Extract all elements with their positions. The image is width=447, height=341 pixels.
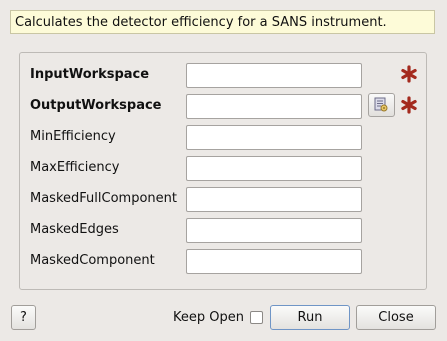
- output-workspace-label: OutputWorkspace: [30, 98, 162, 113]
- min-efficiency-field[interactable]: [186, 125, 362, 150]
- properties-group: InputWorkspace OutputWorkspace MinEffici…: [19, 52, 427, 290]
- algorithm-description: Calculates the detector efficiency for a…: [10, 10, 435, 34]
- property-row-min-efficiency: MinEfficiency: [20, 124, 426, 150]
- keep-open-label: Keep Open: [173, 310, 244, 325]
- asterisk-icon: [401, 65, 417, 83]
- asterisk-icon: [401, 96, 417, 114]
- workspace-browse-icon: [374, 97, 388, 112]
- masked-component-label: MaskedComponent: [30, 253, 155, 268]
- help-button[interactable]: ?: [11, 305, 36, 330]
- output-workspace-field[interactable]: [186, 94, 362, 119]
- input-workspace-field[interactable]: [186, 63, 362, 88]
- property-row-max-efficiency: MaxEfficiency: [20, 155, 426, 181]
- property-row-masked-component: MaskedComponent: [20, 248, 426, 274]
- workspace-browse-button[interactable]: [368, 93, 395, 117]
- masked-component-field[interactable]: [186, 249, 362, 274]
- algorithm-dialog: Calculates the detector efficiency for a…: [0, 0, 447, 341]
- masked-full-component-field[interactable]: [186, 187, 362, 212]
- close-button[interactable]: Close: [356, 305, 436, 330]
- property-row-output-workspace: OutputWorkspace: [20, 93, 426, 119]
- max-efficiency-field[interactable]: [186, 156, 362, 181]
- masked-edges-field[interactable]: [186, 218, 362, 243]
- input-workspace-label: InputWorkspace: [30, 67, 150, 82]
- min-efficiency-label: MinEfficiency: [30, 129, 116, 144]
- masked-full-component-label: MaskedFullComponent: [30, 191, 177, 206]
- property-row-input-workspace: InputWorkspace: [20, 62, 426, 88]
- keep-open-checkbox[interactable]: [250, 311, 263, 324]
- masked-edges-label: MaskedEdges: [30, 222, 119, 237]
- property-row-masked-edges: MaskedEdges: [20, 217, 426, 243]
- property-row-masked-full-component: MaskedFullComponent: [20, 186, 426, 212]
- max-efficiency-label: MaxEfficiency: [30, 160, 120, 175]
- run-button[interactable]: Run: [270, 305, 350, 330]
